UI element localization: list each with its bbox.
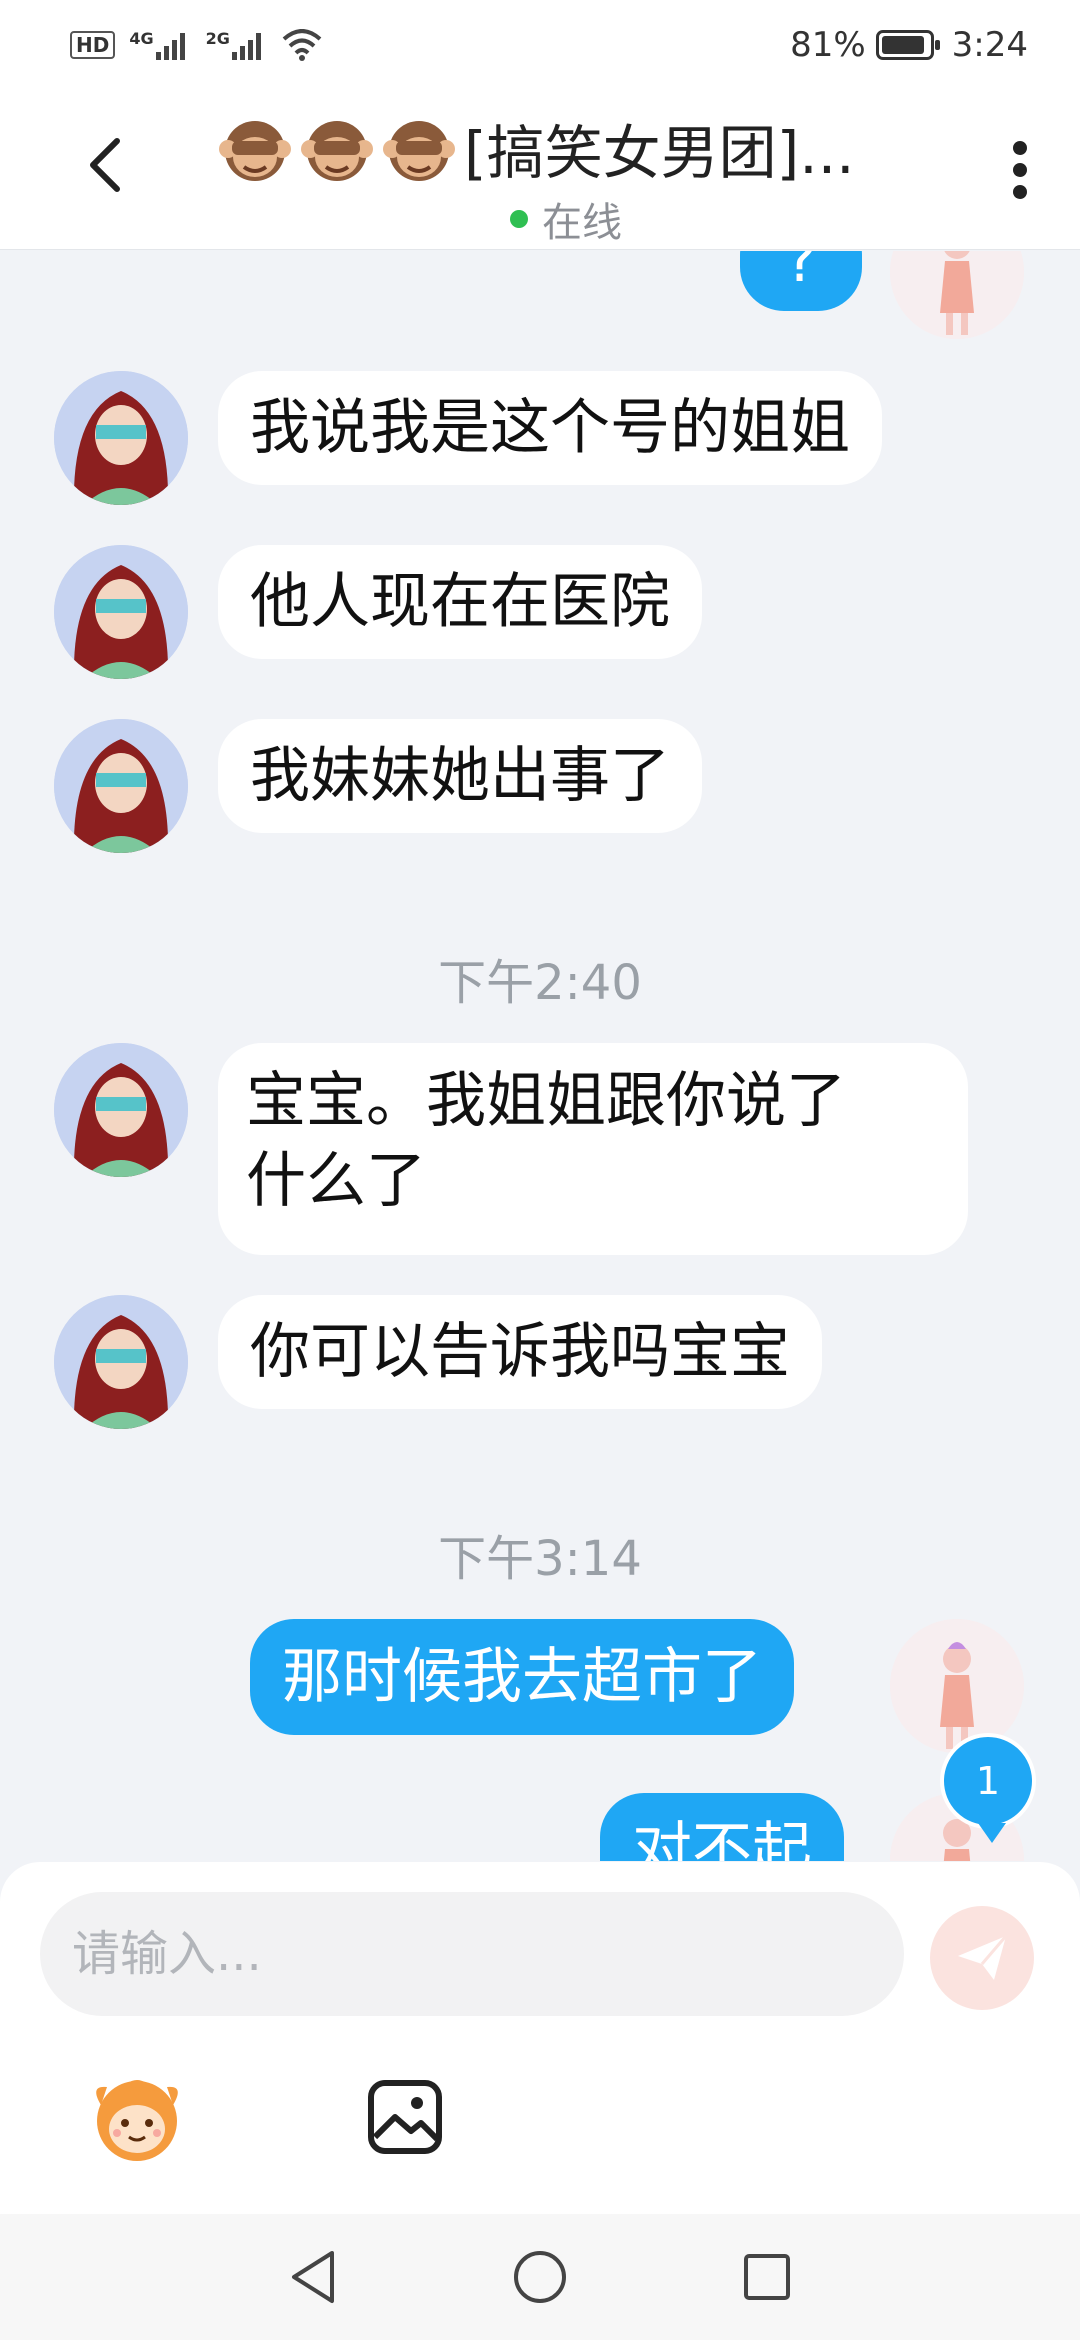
send-button[interactable]	[930, 1906, 1034, 2010]
timestamp-divider: 下午2:40	[438, 955, 642, 1011]
hd-badge: HD	[70, 31, 116, 59]
message-bubble-incoming[interactable]: 你可以告诉我吗宝宝	[218, 1295, 822, 1409]
contact-avatar[interactable]	[54, 371, 188, 505]
message-bubble-outgoing[interactable]: 那时候我去超市了	[250, 1619, 794, 1735]
sim1-label: 4G	[129, 29, 154, 48]
status-right: 81% 3:24	[790, 25, 1028, 65]
battery-percent: 81%	[790, 25, 866, 65]
unread-count-badge[interactable]: 1	[940, 1733, 1036, 1843]
sim2-label: 2G	[205, 29, 230, 48]
dot-icon	[1013, 185, 1027, 199]
dot-icon	[1013, 141, 1027, 155]
chat-title: [搞笑女男团]...	[218, 108, 918, 188]
contact-avatar-image	[54, 719, 188, 853]
message-text: ?	[785, 251, 817, 296]
monkey-emoji-icon	[219, 121, 291, 181]
monkey-emoji-icon	[383, 121, 455, 181]
clock: 3:24	[951, 25, 1028, 65]
message-bubble-outgoing[interactable]: 对不起	[600, 1793, 844, 1861]
battery-fill	[881, 36, 924, 54]
signal-bars-icon	[155, 33, 185, 60]
image-icon	[368, 2080, 442, 2154]
contact-avatar-image	[54, 545, 188, 679]
emoji-button[interactable]	[82, 2062, 192, 2172]
signal-bars-icon	[231, 33, 261, 60]
online-status-text: 在线	[542, 200, 622, 246]
status-left: HD 4G 2G	[70, 29, 322, 61]
message-text: 那时候我去超市了	[282, 1642, 762, 1712]
message-bubble-outgoing[interactable]: ?	[740, 251, 862, 311]
message-bubble-incoming[interactable]: 宝宝。我姐姐跟你说了 什么了	[218, 1043, 968, 1255]
self-avatar[interactable]	[890, 251, 1024, 339]
circle-home-icon	[513, 2251, 566, 2303]
contact-avatar[interactable]	[54, 1043, 188, 1177]
message-bubble-incoming[interactable]: 我说我是这个号的姐姐	[218, 371, 882, 485]
message-text: 我说我是这个号的姐姐	[250, 393, 850, 463]
contact-avatar[interactable]	[54, 719, 188, 853]
online-dot-icon	[510, 210, 528, 228]
mascot-emoji-icon	[96, 2080, 178, 2161]
message-text: 他人现在在医院	[250, 567, 670, 637]
contact-avatar-image	[54, 371, 188, 505]
contact-avatar[interactable]	[54, 545, 188, 679]
wifi-icon	[282, 29, 322, 61]
status-bar: HD 4G 2G 81% 3:24	[0, 0, 1080, 90]
image-button[interactable]	[350, 2062, 460, 2172]
message-list[interactable]: ? 我说我是这个号的姐姐 他人现在在医院 我妹妹她出事了 下午2:40 宝宝。我…	[0, 251, 1080, 1861]
contact-avatar-image	[54, 1295, 188, 1429]
self-avatar-image	[890, 251, 1024, 339]
nav-back-button[interactable]	[273, 2237, 353, 2317]
nav-home-button[interactable]	[500, 2237, 580, 2317]
chat-title-text: [搞笑女男团]...	[464, 119, 855, 187]
dot-icon	[1013, 163, 1027, 177]
message-input[interactable]	[40, 1892, 904, 2016]
message-text: 你可以告诉我吗宝宝	[250, 1317, 790, 1387]
send-paper-plane-icon	[958, 1935, 1008, 1980]
self-avatar-image	[890, 1619, 1024, 1753]
online-status: 在线	[510, 190, 622, 248]
back-button[interactable]	[70, 130, 140, 200]
contact-avatar[interactable]	[54, 1295, 188, 1429]
unread-count-text: 1	[975, 1759, 1001, 1803]
system-nav-bar	[0, 2214, 1080, 2340]
chat-header: [搞笑女男团]... 在线	[0, 90, 1080, 250]
nav-recents-button[interactable]	[727, 2237, 807, 2317]
message-text: 我妹妹她出事了	[250, 741, 670, 811]
contact-avatar-image	[54, 1043, 188, 1177]
square-recents-icon	[743, 2254, 790, 2300]
chevron-left-icon	[90, 138, 120, 192]
message-text-line: 什么了	[246, 1146, 426, 1216]
message-bubble-incoming[interactable]: 我妹妹她出事了	[218, 719, 702, 833]
monkey-emoji-icon	[301, 121, 373, 181]
battery-icon	[875, 30, 940, 60]
message-text: 对不起	[632, 1816, 812, 1861]
signal-sim2: 2G	[205, 29, 268, 60]
message-bubble-incoming[interactable]: 他人现在在医院	[218, 545, 702, 659]
more-options-button[interactable]	[990, 135, 1050, 205]
timestamp-divider: 下午3:14	[438, 1531, 642, 1587]
message-text-line: 宝宝。我姐姐跟你说了	[246, 1066, 846, 1136]
signal-sim1: 4G	[129, 29, 191, 60]
self-avatar[interactable]	[890, 1619, 1024, 1753]
message-composer	[0, 1862, 1080, 2214]
triangle-back-icon	[292, 2251, 335, 2303]
